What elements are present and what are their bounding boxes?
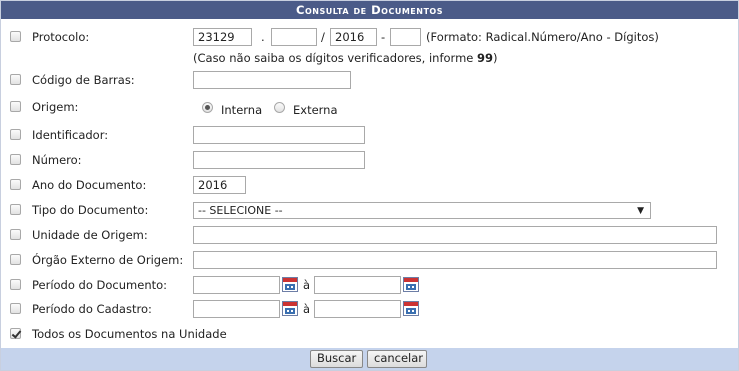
row-tipo-documento: Tipo do Documento: -- SELECIONE -- ▼ [1,200,738,224]
protocolo-dash: - [381,30,386,44]
periodo-cadastro-fim-input[interactable] [314,300,401,318]
form-footer: Buscar cancelar [1,348,738,370]
buscar-button[interactable]: Buscar [310,350,363,368]
protocolo-slash: / [321,30,325,44]
codigo-barras-label: Código de Barras: [32,73,135,87]
identificador-label: Identificador: [32,128,109,142]
unidade-origem-input[interactable] [193,226,717,244]
cancelar-button[interactable]: cancelar [367,350,427,368]
codigo-barras-input[interactable] [193,71,351,89]
calendar-icon[interactable] [282,277,298,292]
row-origem: Origem: Interna Externa [1,97,738,121]
protocolo-checkbox[interactable] [10,31,21,42]
periodo-cadastro-a-label: à [303,302,311,316]
periodo-documento-checkbox[interactable] [10,279,21,290]
calendar-icon[interactable] [403,301,419,316]
protocolo-numero-input[interactable] [271,28,317,46]
protocolo-dot: . [261,30,265,44]
protocolo-digitos-hint: (Caso não saiba os dígitos verificadores… [193,51,498,65]
todos-documentos-checkbox[interactable] [10,328,21,339]
periodo-documento-a-label: à [303,278,311,292]
ano-documento-checkbox[interactable] [10,179,21,190]
protocolo-label: Protocolo: [32,30,90,44]
origem-externa-radio[interactable] [274,102,285,113]
orgao-externo-checkbox[interactable] [10,254,21,265]
row-periodo-documento: Período do Documento: à [1,275,738,299]
identificador-input[interactable] [193,126,365,144]
protocolo-ano-input[interactable]: 2016 [330,28,377,46]
orgao-externo-input[interactable] [193,251,717,269]
origem-label: Origem: [32,100,79,114]
periodo-documento-label: Período do Documento: [32,278,168,292]
numero-input[interactable] [193,151,365,169]
protocolo-formato-hint: (Formato: Radical.Número/Ano - Dígitos) [426,30,659,44]
origem-externa-label: Externa [293,103,338,117]
unidade-origem-label: Unidade de Origem: [32,228,148,242]
tipo-documento-selected: -- SELECIONE -- [198,204,283,217]
tipo-documento-select[interactable]: -- SELECIONE -- ▼ [193,202,651,219]
calendar-icon[interactable] [403,277,419,292]
protocolo-radical-input[interactable]: 23129 [193,28,252,46]
row-orgao-externo: Órgão Externo de Origem: [1,250,738,274]
todos-documentos-label: Todos os Documentos na Unidade [32,327,227,341]
numero-label: Número: [32,153,82,167]
ano-documento-label: Ano do Documento: [32,178,147,192]
form-title: Consulta de Documentos [1,1,738,19]
origem-checkbox[interactable] [10,101,21,112]
row-todos-documentos: Todos os Documentos na Unidade [1,324,738,348]
row-periodo-cadastro: Período do Cadastro: à [1,299,738,323]
row-identificador: Identificador: [1,125,738,149]
orgao-externo-label: Órgão Externo de Origem: [32,253,184,267]
tipo-documento-checkbox[interactable] [10,204,21,215]
periodo-cadastro-label: Período do Cadastro: [32,302,152,316]
protocolo-digitos-input[interactable] [390,28,421,46]
calendar-icon[interactable] [282,301,298,316]
consulta-documentos-form: Consulta de Documentos Protocolo: 23129 … [0,0,739,371]
unidade-origem-checkbox[interactable] [10,229,21,240]
origem-interna-radio[interactable] [202,102,213,113]
periodo-documento-inicio-input[interactable] [193,276,280,294]
codigo-barras-checkbox[interactable] [10,74,21,85]
identificador-checkbox[interactable] [10,129,21,140]
origem-interna-label: Interna [221,103,263,117]
row-ano-documento: Ano do Documento: 2016 [1,175,738,199]
periodo-cadastro-checkbox[interactable] [10,303,21,314]
periodo-documento-fim-input[interactable] [314,276,401,294]
row-protocolo: Protocolo: 23129 . / 2016 - (Formato: Ra… [1,27,738,51]
ano-documento-input[interactable]: 2016 [193,176,246,194]
chevron-down-icon: ▼ [637,206,644,216]
periodo-cadastro-inicio-input[interactable] [193,300,280,318]
tipo-documento-label: Tipo do Documento: [32,203,149,217]
row-unidade-origem: Unidade de Origem: [1,225,738,249]
numero-checkbox[interactable] [10,154,21,165]
row-protocolo-hint: (Caso não saiba os dígitos verificadores… [1,49,738,67]
row-codigo-barras: Código de Barras: [1,70,738,94]
row-numero: Número: [1,150,738,174]
